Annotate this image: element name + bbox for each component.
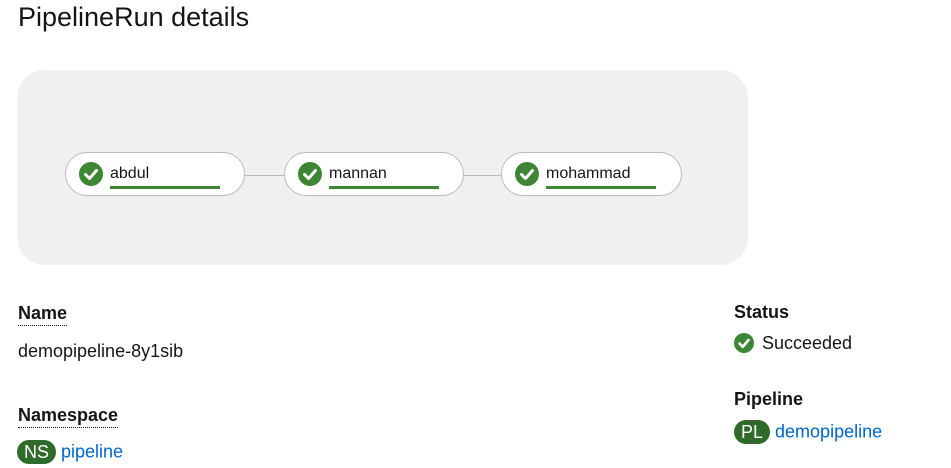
task-node-mohammad[interactable]: mohammad <box>501 152 682 196</box>
graph-connector <box>463 175 501 176</box>
namespace-link[interactable]: pipeline <box>61 442 123 462</box>
name-label: Name <box>18 303 68 326</box>
graph-connector <box>245 175 285 176</box>
task-progress-bar <box>110 186 220 189</box>
name-value: demopipeline-8y1sib <box>18 341 184 361</box>
pipeline-link[interactable]: demopipeline <box>775 422 882 442</box>
task-progress-bar <box>546 186 656 189</box>
check-circle-icon <box>734 333 754 354</box>
pipeline-badge: PL <box>734 420 771 444</box>
check-circle-icon <box>298 162 322 186</box>
status-value: Succeeded <box>734 333 852 354</box>
namespace-badge: NS <box>17 440 57 464</box>
pipeline-graph: abdul mannan mohammad <box>17 70 748 265</box>
namespace-label: Namespace <box>18 405 119 428</box>
status-label: Status <box>734 302 790 322</box>
task-node-mannan[interactable]: mannan <box>284 152 464 196</box>
check-circle-icon <box>79 162 103 186</box>
task-progress-bar <box>329 186 439 189</box>
status-text: Succeeded <box>762 333 853 353</box>
task-node-abdul[interactable]: abdul <box>65 152 245 196</box>
check-circle-icon <box>515 162 539 186</box>
task-label: abdul <box>110 165 150 182</box>
pipeline-value: PL demopipeline <box>734 420 882 444</box>
pipeline-label: Pipeline <box>734 389 804 409</box>
task-label: mohammad <box>546 165 631 182</box>
page-title: PipelineRun details <box>18 2 250 32</box>
task-label: mannan <box>329 165 387 182</box>
namespace-value: NS pipeline <box>17 440 123 464</box>
